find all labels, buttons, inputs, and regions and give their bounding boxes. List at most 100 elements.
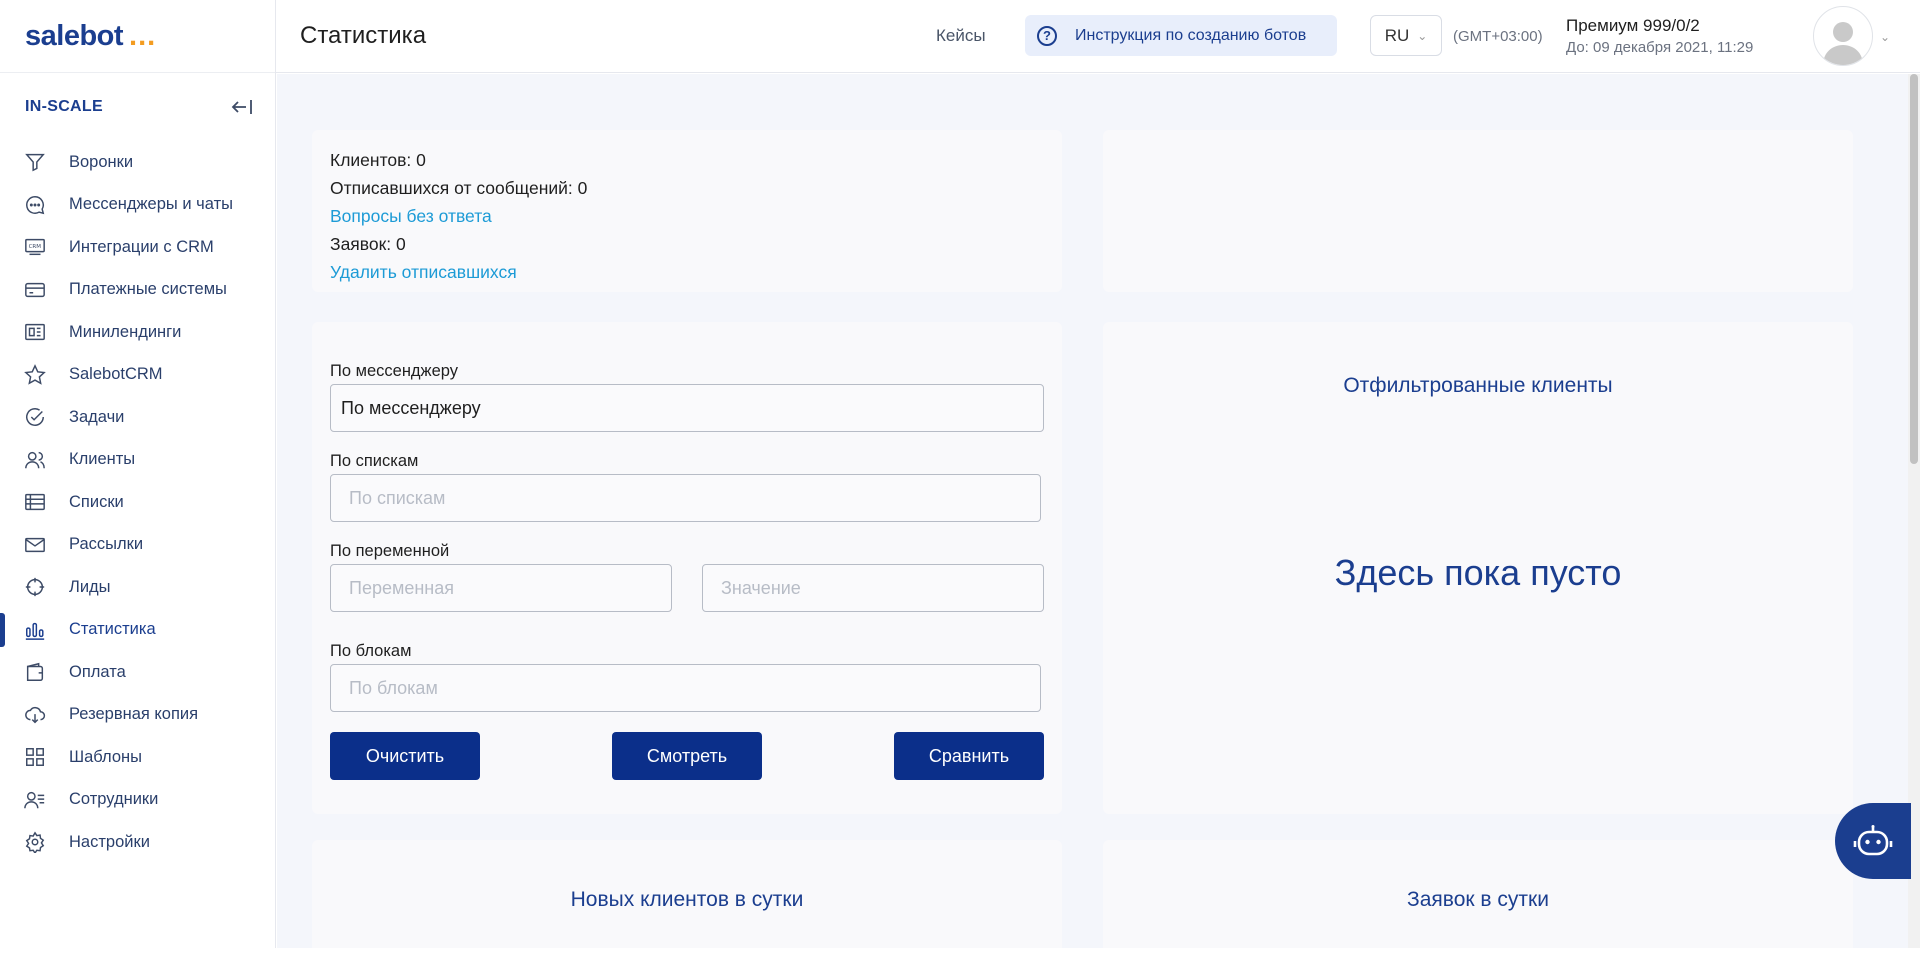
bar-chart-icon: [23, 618, 47, 642]
cases-link[interactable]: Кейсы: [936, 26, 986, 46]
new-clients-daily-panel: Новых клиентов в сутки: [312, 840, 1062, 948]
language-select[interactable]: RU ⌄: [1370, 15, 1442, 56]
unsubscribed-count: Отписавшихся от сообщений: 0: [330, 178, 588, 198]
sidebar-item-label: Клиенты: [69, 450, 136, 469]
logo-text: salebot: [25, 19, 124, 52]
landing-icon: [23, 320, 47, 344]
sidebar-item-tasks[interactable]: Задачи: [0, 396, 275, 439]
sidebar-item-funnels[interactable]: Воронки: [0, 141, 275, 184]
blocks-filter-input[interactable]: По блокам: [330, 664, 1041, 712]
view-button[interactable]: Смотреть: [612, 732, 762, 780]
org-name: IN-SCALE: [25, 98, 103, 115]
main-content: Клиентов: 0 Отписавшихся от сообщений: 0…: [277, 74, 1920, 948]
plan-name: Премиум 999/0/2: [1566, 16, 1700, 35]
sidebar-item-label: SalebotCRM: [69, 365, 163, 384]
sidebar-item-label: Платежные системы: [69, 280, 227, 299]
orders-count: Заявок: 0: [330, 234, 406, 254]
grid-icon: [23, 745, 47, 769]
funnel-icon: [23, 150, 47, 174]
messenger-filter-select[interactable]: По мессенджеру: [330, 384, 1044, 432]
target-icon: [23, 575, 47, 599]
sidebar-item-label: Воронки: [69, 152, 134, 171]
language-value: RU: [1384, 25, 1410, 45]
compare-button[interactable]: Сравнить: [894, 732, 1044, 780]
messenger-filter-label: По мессенджеру: [330, 362, 459, 380]
gear-icon: [23, 830, 47, 854]
sidebar-item-minilandings[interactable]: Минилендинги: [0, 311, 275, 354]
sidebar-item-label: Минилендинги: [69, 322, 182, 341]
sidebar-item-payment[interactable]: Оплата: [0, 651, 275, 694]
empty-state-text: Здесь пока пусто: [1334, 552, 1622, 593]
blocks-filter-label: По блокам: [330, 642, 412, 660]
scrollbar-thumb[interactable]: [1910, 74, 1918, 464]
filtered-clients-panel: Отфильтрованные клиенты Здесь пока пусто: [1103, 322, 1853, 814]
chat-icon: [23, 193, 47, 217]
new-clients-daily-title: Новых клиентов в сутки: [570, 888, 804, 911]
variable-filter-label: По переменной: [330, 542, 450, 560]
sidebar-item-messengers[interactable]: Мессенджеры и чаты: [0, 184, 275, 227]
sidebar-item-leads[interactable]: Лиды: [0, 566, 275, 609]
cloud-download-icon: [23, 703, 47, 727]
users-icon: [23, 448, 47, 472]
bot-guide-button[interactable]: ? Инструкция по созданию ботов: [1025, 15, 1337, 56]
svg-text:CRM: CRM: [29, 244, 42, 250]
question-icon: ?: [1037, 25, 1057, 46]
sidebar-item-salebotcrm[interactable]: SalebotCRM: [0, 354, 275, 397]
sidebar-item-label: Интеграции с CRM: [69, 237, 214, 256]
stats-summary-panel: Клиентов: 0 Отписавшихся от сообщений: 0…: [312, 130, 1062, 292]
sidebar-item-payment-systems[interactable]: Платежные системы: [0, 269, 275, 312]
variable-name-input[interactable]: Переменная: [330, 564, 672, 612]
sidebar-item-templates[interactable]: Шаблоны: [0, 736, 275, 779]
timezone-label: (GMT+03:00): [1453, 27, 1543, 45]
star-icon: [23, 363, 47, 387]
org-header: IN-SCALE: [0, 73, 275, 141]
wallet-icon: [23, 660, 47, 684]
unanswered-questions-link[interactable]: Вопросы без ответа: [330, 202, 1044, 230]
sidebar-item-crm-integrations[interactable]: CRM Интеграции с CRM: [0, 226, 275, 269]
sidebar-item-label: Статистика: [69, 620, 156, 639]
clients-count: Клиентов: 0: [330, 150, 426, 170]
plan-info[interactable]: Премиум 999/0/2 До: 09 декабря 2021, 11:…: [1566, 16, 1753, 56]
avatar[interactable]: [1813, 6, 1873, 66]
robot-icon: [1853, 825, 1893, 856]
logo-dots: ...: [129, 19, 157, 52]
sidebar-item-label: Рассылки: [69, 535, 144, 554]
clear-button[interactable]: Очистить: [330, 732, 480, 780]
sidebar-item-label: Лиды: [69, 577, 111, 596]
collapse-sidebar-icon[interactable]: [230, 97, 254, 117]
sidebar-item-statistics[interactable]: Статистика: [0, 609, 275, 652]
sidebar-item-label: Шаблоны: [69, 747, 142, 766]
plan-expiry: До: 09 декабря 2021, 11:29: [1566, 39, 1754, 56]
top-right-panel: [1103, 130, 1853, 292]
account-chevron-icon[interactable]: ⌄: [1880, 30, 1890, 44]
sidebar-item-settings[interactable]: Настройки: [0, 821, 275, 864]
variable-value-input[interactable]: Значение: [702, 564, 1044, 612]
sidebar-item-mailings[interactable]: Рассылки: [0, 524, 275, 567]
sidebar-item-lists[interactable]: Списки: [0, 481, 275, 524]
chat-bot-button[interactable]: [1835, 803, 1911, 879]
check-circle-icon: [23, 405, 47, 429]
mail-icon: [23, 533, 47, 557]
logo[interactable]: salebot ...: [0, 0, 275, 73]
page-title: Статистика: [300, 22, 427, 49]
sidebar-nav: Воронки Мессенджеры и чаты CRM Интеграци…: [0, 141, 275, 864]
card-icon: [23, 278, 47, 302]
sidebar-item-label: Настройки: [69, 832, 150, 851]
sidebar-item-label: Мессенджеры и чаты: [69, 195, 233, 214]
sidebar-item-label: Сотрудники: [69, 790, 159, 809]
sidebar-item-clients[interactable]: Клиенты: [0, 439, 275, 482]
bot-guide-label: Инструкция по созданию ботов: [1075, 26, 1307, 44]
lists-filter-label: По спискам: [330, 452, 419, 470]
filtered-clients-title: Отфильтрованные клиенты: [1343, 374, 1613, 397]
sidebar-item-label: Резервная копия: [69, 705, 199, 724]
sidebar-item-backup[interactable]: Резервная копия: [0, 694, 275, 737]
sidebar-item-staff[interactable]: Сотрудники: [0, 779, 275, 822]
sidebar: salebot ... IN-SCALE Воронки Мессенджеры…: [0, 0, 276, 948]
chevron-down-icon: ⌄: [1417, 28, 1428, 43]
lists-filter-input[interactable]: По спискам: [330, 474, 1041, 522]
sidebar-item-label: Оплата: [69, 662, 126, 681]
list-icon: [23, 490, 47, 514]
sidebar-item-label: Задачи: [69, 407, 125, 426]
filter-panel: По мессенджеру По мессенджеру По спискам…: [312, 322, 1062, 814]
delete-unsubscribed-link[interactable]: Удалить отписавшихся: [330, 258, 1044, 286]
